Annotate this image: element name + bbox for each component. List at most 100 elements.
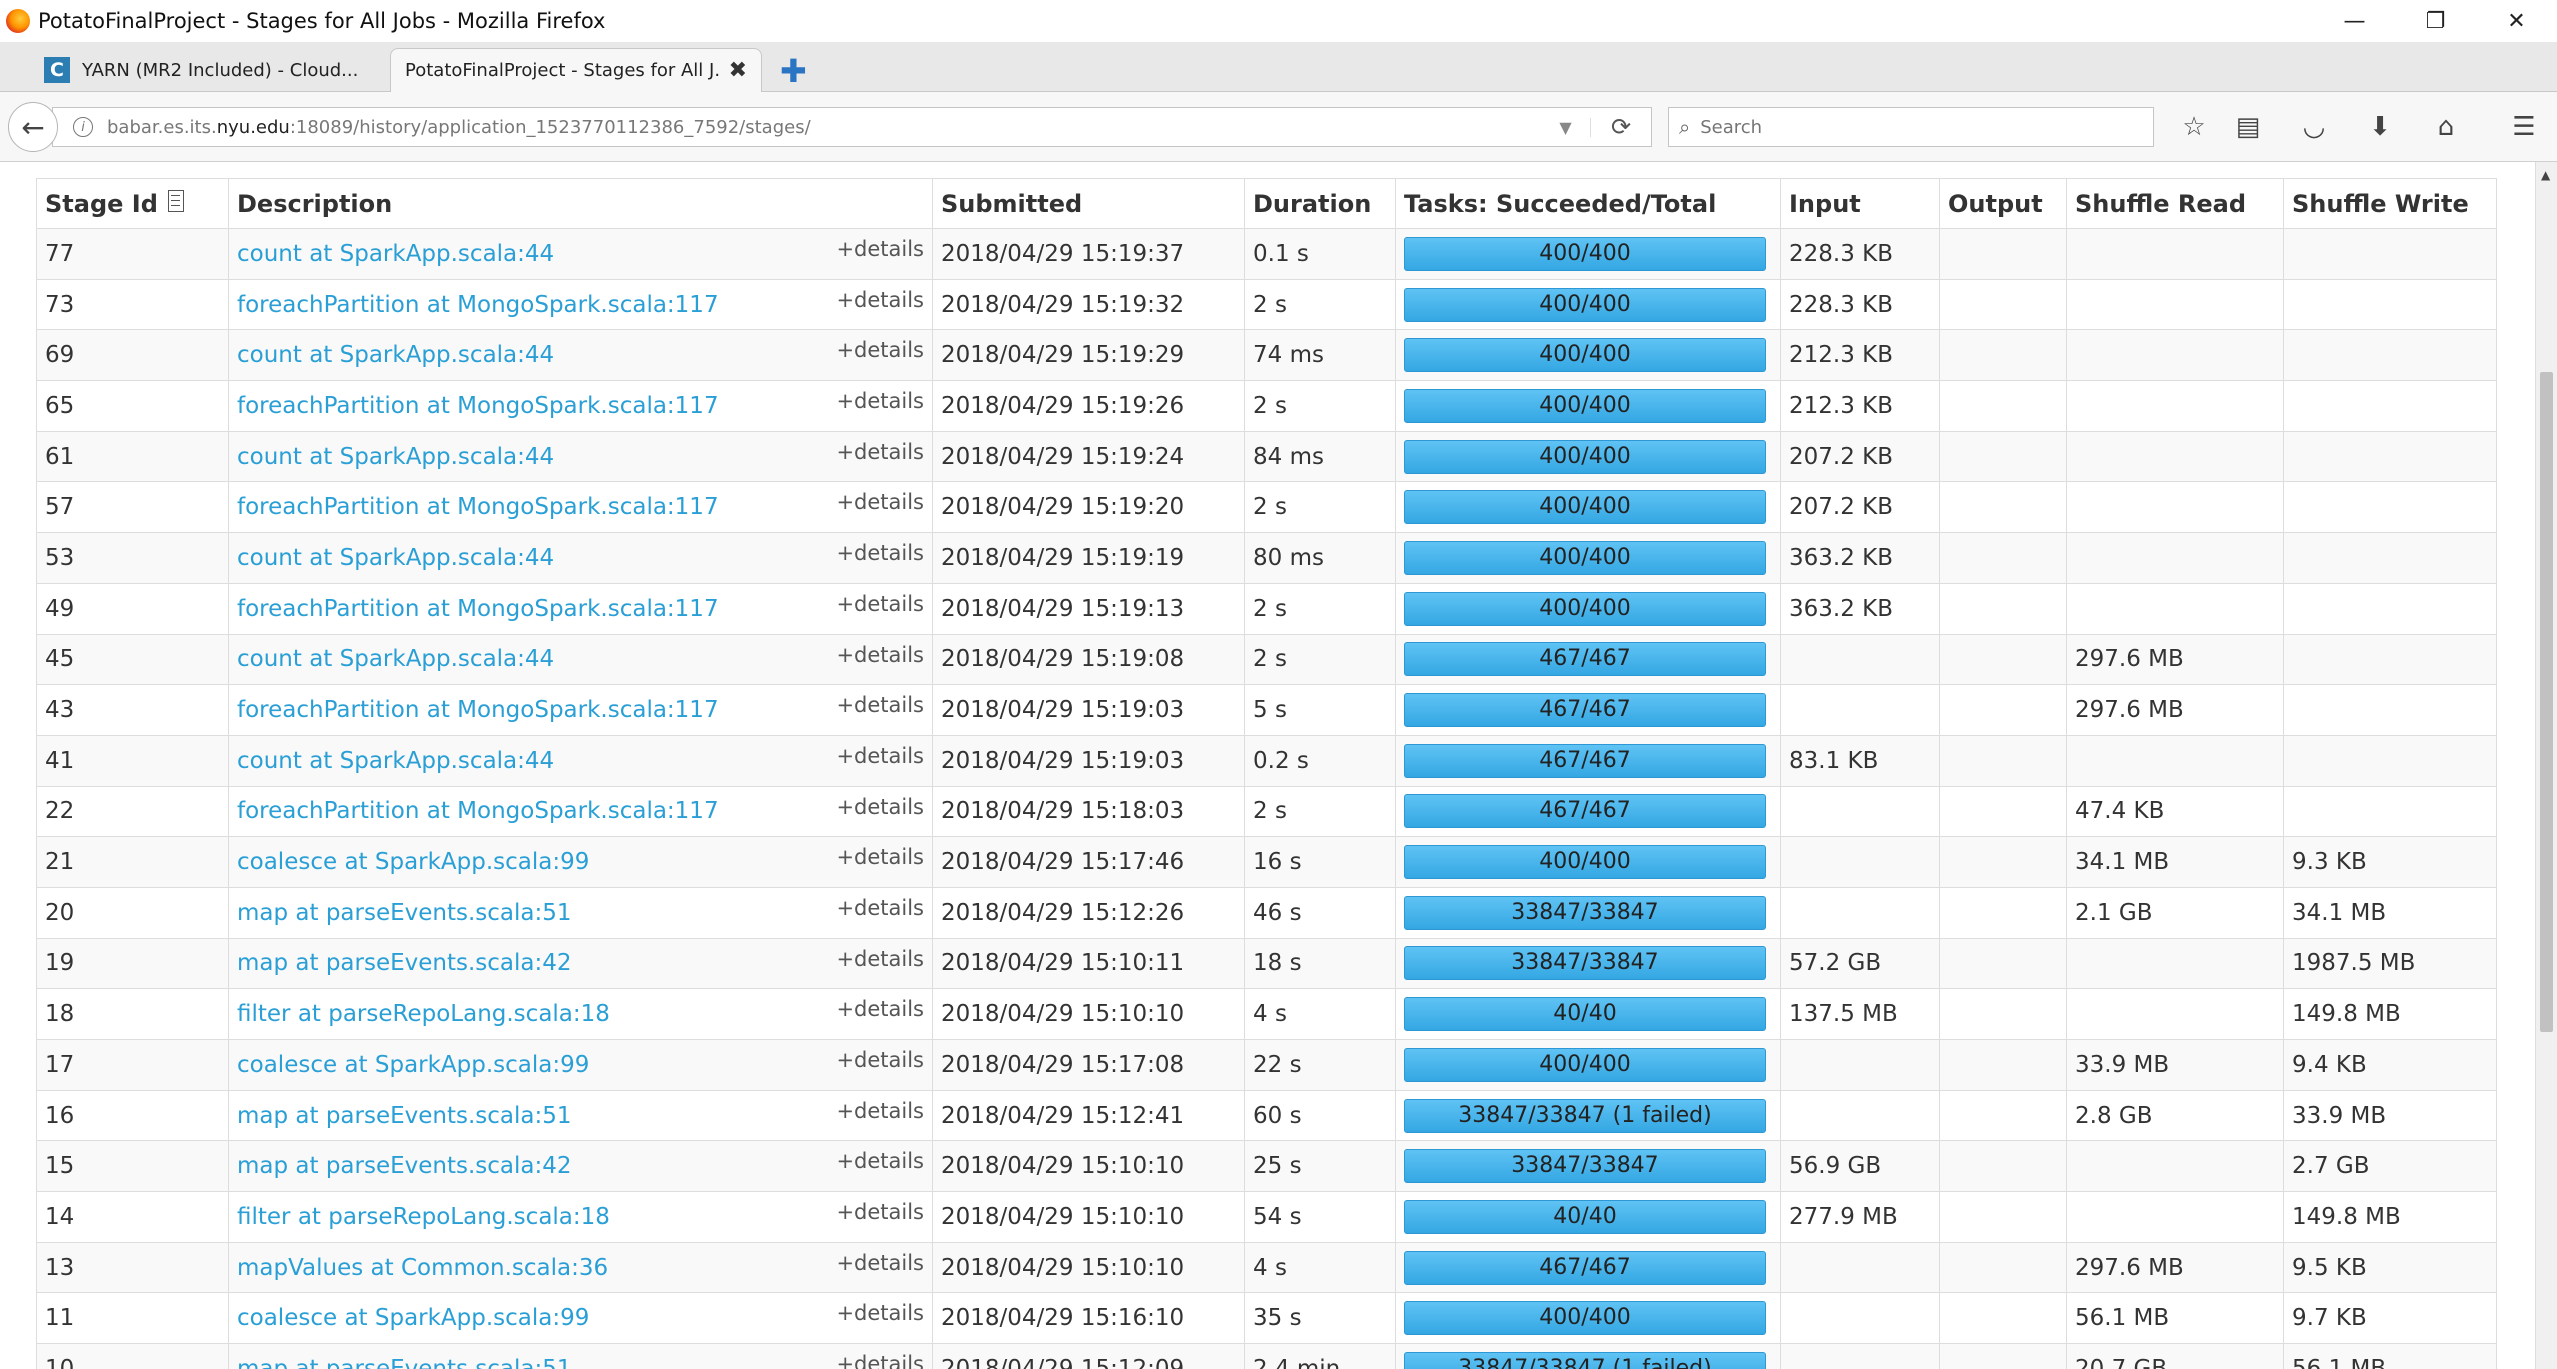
header-shuffle-read[interactable]: Shuffle Read — [2066, 178, 2284, 229]
stage-description-link[interactable]: foreachPartition at MongoSpark.scala:117 — [237, 798, 719, 824]
details-toggle[interactable]: +details — [836, 1149, 924, 1173]
duration-cell: 2 s — [1244, 582, 1396, 635]
stage-description-link[interactable]: foreachPartition at MongoSpark.scala:117 — [237, 596, 719, 622]
description-cell: count at SparkApp.scala:44 +details — [228, 228, 933, 280]
submitted-cell: 2018/04/29 15:18:03 — [932, 785, 1245, 838]
url-dropdown-icon[interactable]: ▼ — [1541, 117, 1591, 137]
details-toggle[interactable]: +details — [836, 997, 924, 1021]
details-toggle[interactable]: +details — [836, 592, 924, 616]
input-cell: 57.2 GB — [1780, 937, 1940, 990]
reading-list-icon[interactable]: ▤ — [2228, 108, 2268, 146]
tab-stages[interactable]: PotatoFinalProject - Stages for All J...… — [390, 48, 762, 92]
details-toggle[interactable]: +details — [836, 795, 924, 819]
back-button[interactable]: ← — [8, 102, 58, 152]
task-progress-bar: 33847/33847 — [1404, 895, 1766, 930]
stage-description-link[interactable]: count at SparkApp.scala:44 — [237, 444, 554, 470]
restore-button[interactable]: ❐ — [2395, 0, 2476, 42]
duration-cell: 4 s — [1244, 988, 1396, 1040]
header-description[interactable]: Description — [228, 178, 933, 229]
scroll-up-icon[interactable]: ▲ — [2541, 168, 2550, 182]
details-toggle[interactable]: +details — [836, 440, 924, 464]
stage-description-link[interactable]: filter at parseRepoLang.scala:18 — [237, 1001, 610, 1027]
search-box[interactable]: ⌕ — [1668, 107, 2154, 147]
page-content: Stage Id Description Submitted Duration … — [0, 162, 2535, 1369]
pocket-icon[interactable]: ◡ — [2294, 108, 2334, 146]
details-toggle[interactable]: +details — [836, 338, 924, 362]
stage-id-cell: 15 — [36, 1140, 229, 1193]
table-header-row: Stage Id Description Submitted Duration … — [36, 178, 2497, 229]
home-icon[interactable]: ⌂ — [2426, 108, 2466, 146]
stage-description-link[interactable]: filter at parseRepoLang.scala:18 — [237, 1204, 610, 1230]
close-window-button[interactable]: ✕ — [2476, 0, 2557, 42]
stage-description-link[interactable]: foreachPartition at MongoSpark.scala:117 — [237, 393, 719, 419]
stage-description-link[interactable]: map at parseEvents.scala:51 — [237, 1356, 572, 1369]
details-toggle[interactable]: +details — [836, 1048, 924, 1072]
shuffle-write-cell — [2283, 481, 2497, 534]
shuffle-write-cell: 9.7 KB — [2283, 1292, 2497, 1345]
stage-description-link[interactable]: coalesce at SparkApp.scala:99 — [237, 849, 589, 875]
details-toggle[interactable]: +details — [836, 541, 924, 565]
stage-description-link[interactable]: count at SparkApp.scala:44 — [237, 748, 554, 774]
stage-description-link[interactable]: mapValues at Common.scala:36 — [237, 1255, 608, 1281]
details-toggle[interactable]: +details — [836, 947, 924, 971]
details-toggle[interactable]: +details — [836, 744, 924, 768]
details-toggle[interactable]: +details — [836, 237, 924, 261]
stage-id-cell: 73 — [36, 278, 229, 331]
stage-description-link[interactable]: count at SparkApp.scala:44 — [237, 342, 554, 368]
stage-description-link[interactable]: foreachPartition at MongoSpark.scala:117 — [237, 697, 719, 723]
close-tab-icon[interactable]: ✖ — [729, 58, 747, 83]
details-toggle[interactable]: +details — [836, 845, 924, 869]
header-output[interactable]: Output — [1939, 178, 2067, 229]
stage-description-link[interactable]: map at parseEvents.scala:42 — [237, 1153, 572, 1179]
url-text[interactable]: babar.es.its.nyu.edu:18089/history/appli… — [107, 117, 1541, 138]
stage-description-link[interactable]: count at SparkApp.scala:44 — [237, 241, 554, 267]
details-toggle[interactable]: +details — [836, 1200, 924, 1224]
table-row: 16 map at parseEvents.scala:51 +details 201… — [36, 1089, 2497, 1142]
minimize-button[interactable]: — — [2314, 0, 2395, 42]
firefox-logo-icon — [6, 9, 30, 33]
details-toggle[interactable]: +details — [836, 288, 924, 312]
stage-description-link[interactable]: count at SparkApp.scala:44 — [237, 646, 554, 672]
output-cell — [1939, 1292, 2067, 1345]
stage-description-link[interactable]: map at parseEvents.scala:51 — [237, 1103, 572, 1129]
stage-description-link[interactable]: coalesce at SparkApp.scala:99 — [237, 1052, 589, 1078]
menu-icon[interactable]: ☰ — [2504, 108, 2544, 146]
header-stage-id[interactable]: Stage Id — [36, 178, 229, 229]
site-info-icon[interactable]: i — [73, 117, 93, 137]
tab-yarn[interactable]: C YARN (MR2 Included) - Cloud... ✖ — [30, 48, 428, 92]
header-input[interactable]: Input — [1780, 178, 1940, 229]
task-progress-bar: 40/40 — [1404, 997, 1766, 1032]
details-toggle[interactable]: +details — [836, 389, 924, 413]
details-toggle[interactable]: +details — [836, 1301, 924, 1325]
details-toggle[interactable]: +details — [836, 1352, 924, 1369]
bookmark-star-icon[interactable]: ☆ — [2174, 108, 2214, 146]
stage-description-link[interactable]: coalesce at SparkApp.scala:99 — [237, 1305, 589, 1331]
column-sort-icon[interactable] — [167, 189, 184, 212]
stage-description-link[interactable]: map at parseEvents.scala:51 — [237, 900, 572, 926]
header-shuffle-write[interactable]: Shuffle Write — [2283, 178, 2497, 229]
download-icon[interactable]: ⬇ — [2360, 108, 2400, 146]
details-toggle[interactable]: +details — [836, 1099, 924, 1123]
new-tab-button[interactable]: ✚ — [780, 52, 807, 90]
scrollbar-thumb[interactable] — [2540, 372, 2553, 1032]
stage-description-link[interactable]: foreachPartition at MongoSpark.scala:117 — [237, 292, 719, 318]
details-toggle[interactable]: +details — [836, 643, 924, 667]
details-toggle[interactable]: +details — [836, 1251, 924, 1275]
vertical-scrollbar[interactable]: ▲ — [2535, 162, 2557, 1369]
header-duration[interactable]: Duration — [1244, 178, 1396, 229]
header-submitted[interactable]: Submitted — [932, 178, 1245, 229]
table-row: 57 foreachPartition at MongoSpark.scala:1… — [36, 481, 2497, 534]
details-toggle[interactable]: +details — [836, 490, 924, 514]
duration-cell: 2 s — [1244, 481, 1396, 534]
details-toggle[interactable]: +details — [836, 693, 924, 717]
reload-icon[interactable]: ⟳ — [1591, 113, 1651, 141]
description-cell: map at parseEvents.scala:51 +details — [228, 886, 933, 939]
details-toggle[interactable]: +details — [836, 896, 924, 920]
url-bar[interactable]: i babar.es.its.nyu.edu:18089/history/app… — [52, 107, 1652, 147]
header-tasks[interactable]: Tasks: Succeeded/Total — [1395, 178, 1781, 229]
task-progress-bar: 400/400 — [1404, 287, 1766, 322]
stage-description-link[interactable]: map at parseEvents.scala:42 — [237, 950, 572, 976]
stage-description-link[interactable]: foreachPartition at MongoSpark.scala:117 — [237, 494, 719, 520]
search-input[interactable] — [1700, 116, 2121, 138]
stage-description-link[interactable]: count at SparkApp.scala:44 — [237, 545, 554, 571]
